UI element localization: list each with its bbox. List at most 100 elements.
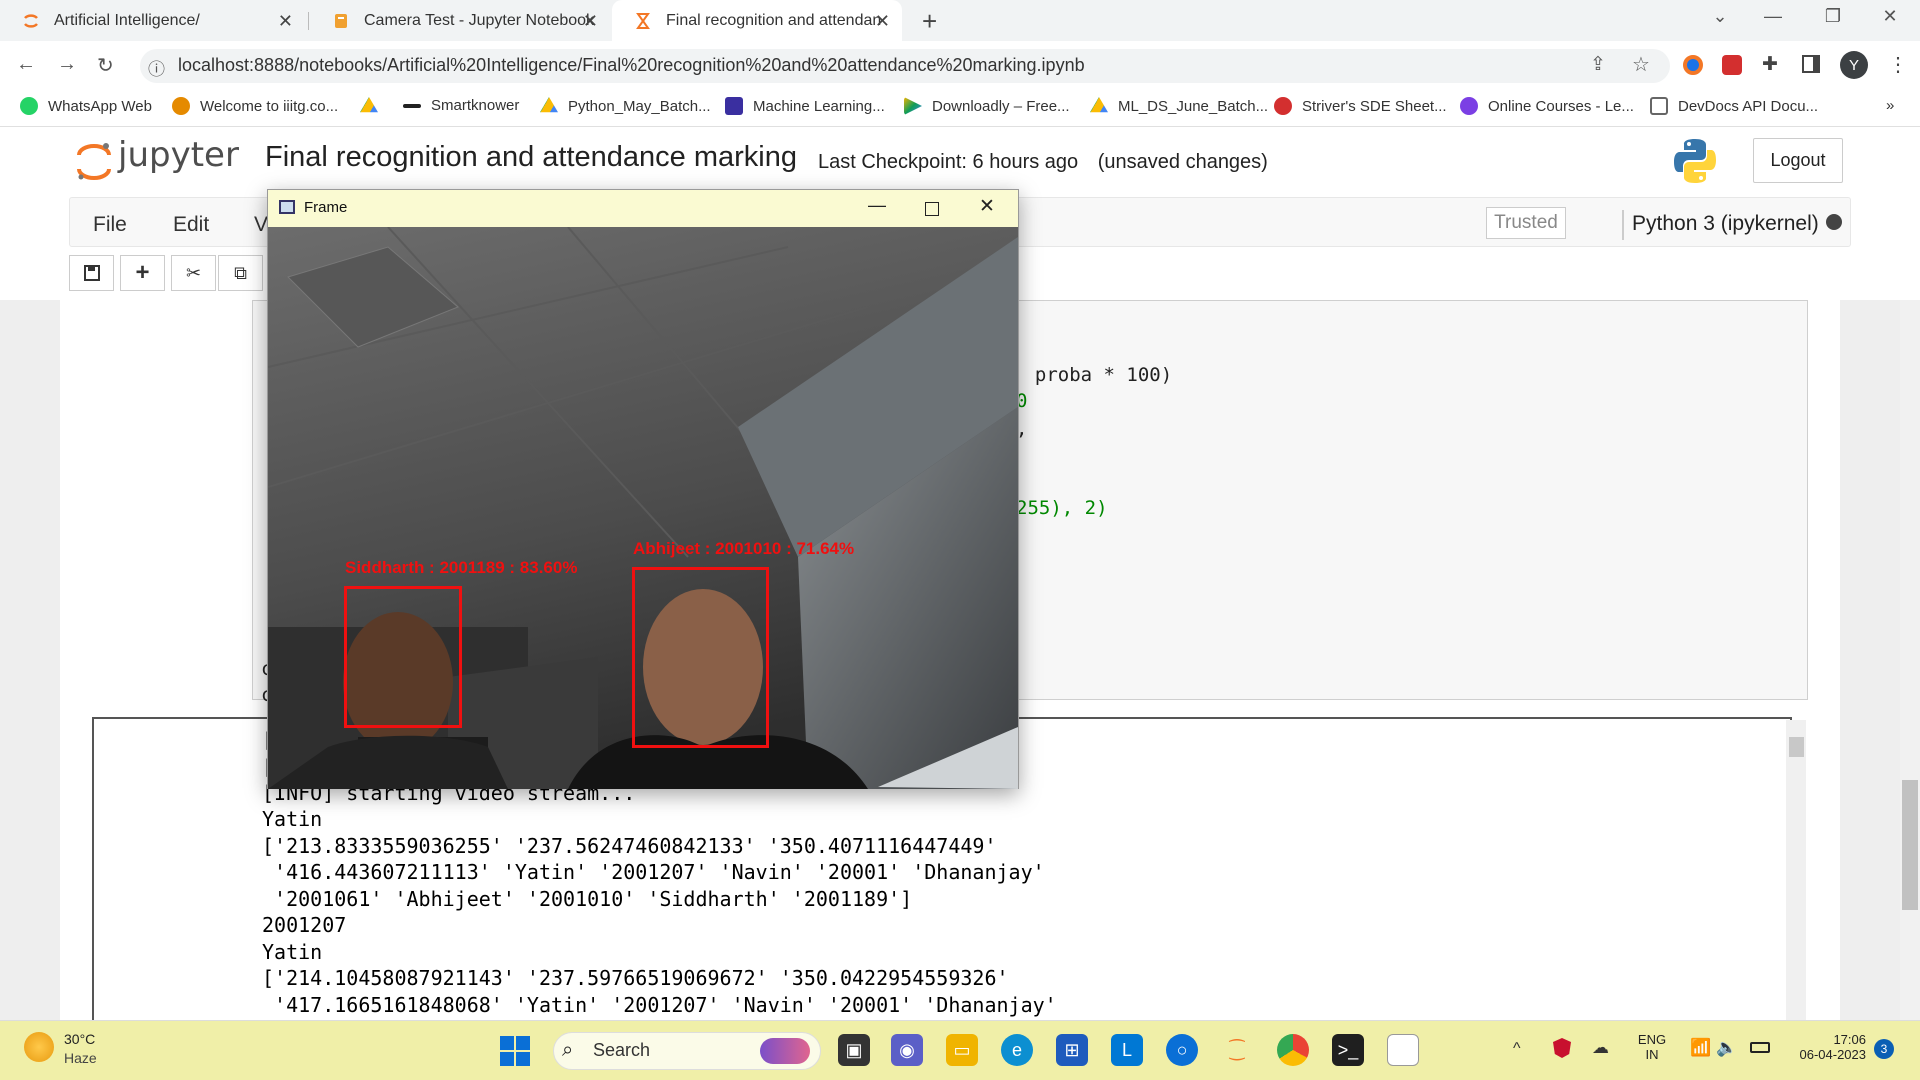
new-tab-button[interactable]: + [922, 6, 937, 37]
back-icon[interactable]: ← [16, 53, 36, 76]
network-vpn-icon[interactable]: ☁ [1592, 1038, 1609, 1058]
site-info-icon[interactable]: ⓘ [148, 55, 165, 80]
last-checkpoint: Last Checkpoint: 6 hours ago [818, 151, 1079, 173]
page-scrollbar[interactable] [1900, 300, 1920, 1020]
app-ring-icon[interactable]: ○ [1166, 1034, 1198, 1066]
kernel-name[interactable]: Python 3 (ipykernel) [1622, 210, 1819, 240]
reload-icon[interactable]: ↻ [97, 53, 114, 78]
extension-icon[interactable] [1722, 55, 1742, 75]
chrome-icon[interactable] [1277, 1034, 1309, 1066]
battery-icon[interactable] [1750, 1042, 1770, 1053]
tab-camera-test[interactable]: Camera Test - Jupyter Notebook ✕ [310, 0, 610, 41]
bookmark-whatsapp[interactable]: WhatsApp Web [20, 97, 152, 115]
url-text[interactable]: localhost:8888/notebooks/Artificial%20In… [178, 55, 1085, 76]
devdocs-icon [1650, 97, 1668, 115]
code-line: , proba * 100) [1012, 364, 1173, 386]
weather-icon[interactable] [24, 1032, 54, 1062]
menu-file[interactable]: File [93, 213, 127, 237]
menu-view[interactable]: V [254, 213, 268, 237]
bookmark-label: Welcome to iiitg.co... [200, 97, 339, 115]
frame-titlebar[interactable] [268, 190, 1018, 227]
bookmark-label: Striver's SDE Sheet... [1302, 97, 1447, 115]
frame-close-icon[interactable]: ✕ [979, 195, 995, 218]
frame-minimize-icon[interactable]: — [868, 195, 886, 216]
minimize-icon[interactable]: — [1753, 6, 1793, 27]
bookmark-machine-learning[interactable]: Machine Learning... [725, 97, 885, 115]
microsoft-store-icon[interactable]: ⊞ [1056, 1034, 1088, 1066]
extension-icon[interactable] [1683, 55, 1703, 75]
frame-window[interactable]: Frame — ✕ Siddharth: 2001189: 83.60% A… [267, 189, 1019, 789]
terminal-icon[interactable]: >_ [1332, 1034, 1364, 1066]
output-scrollbar[interactable] [1786, 720, 1806, 1020]
tab-close-icon[interactable]: ✕ [278, 11, 293, 32]
unsaved-changes: (unsaved changes) [1097, 151, 1268, 173]
save-button[interactable] [69, 255, 114, 291]
copy-icon: ⧉ [234, 262, 247, 283]
bookmark-label: Downloadly – Free... [932, 97, 1070, 115]
whatsapp-icon [20, 97, 38, 115]
copy-cell-button[interactable]: ⧉ [218, 255, 263, 291]
trusted-indicator[interactable]: Trusted [1486, 207, 1566, 239]
edge-browser-icon[interactable]: e [1001, 1034, 1033, 1066]
wifi-icon[interactable]: 📶 [1690, 1038, 1711, 1058]
extensions-puzzle-icon[interactable]: ✚ [1762, 53, 1778, 76]
bookmark-devdocs[interactable]: DevDocs API Docu... [1650, 97, 1818, 115]
logout-button[interactable]: Logout [1753, 138, 1843, 183]
region-code: IN [1645, 1047, 1659, 1062]
bookmark-drive[interactable] [360, 97, 388, 115]
bookmark-ml-ds-june[interactable]: ML_DS_June_Batch... [1090, 97, 1268, 115]
tab-search-icon[interactable]: ⌄ [1700, 6, 1740, 27]
more-bookmarks-icon[interactable]: » [1886, 97, 1894, 114]
udemy-icon [1460, 97, 1478, 115]
profile-avatar[interactable]: Y [1840, 51, 1868, 79]
jupyter-favicon-icon [22, 12, 40, 30]
bookmark-striver[interactable]: Striver's SDE Sheet... [1274, 97, 1447, 115]
tab-close-icon[interactable]: ✕ [875, 11, 890, 32]
jupyter-wordmark[interactable]: jupyter [118, 135, 239, 175]
volume-icon[interactable]: 🔈 [1716, 1038, 1737, 1058]
app-l-icon[interactable]: L [1111, 1034, 1143, 1066]
clock[interactable]: 17:06 06-04-2023 [1790, 1032, 1867, 1062]
frame-maximize-icon[interactable] [925, 202, 939, 216]
output-scrollbar-thumb[interactable] [1789, 737, 1804, 757]
bookmark-label: ML_DS_June_Batch... [1118, 97, 1269, 115]
plus-icon: + [135, 259, 150, 286]
jupyter-taskbar-icon[interactable]: ⁐ [1221, 1034, 1253, 1066]
notepad-icon[interactable] [1387, 1034, 1419, 1066]
file-explorer-icon[interactable]: ▭ [946, 1034, 978, 1066]
task-view-icon[interactable]: ▣ [838, 1034, 870, 1066]
tab-title: Final recognition and attendance [666, 11, 881, 29]
notification-badge[interactable]: 3 [1874, 1039, 1894, 1059]
tab-final-recognition[interactable]: Final recognition and attendance ✕ [612, 0, 902, 41]
restore-icon[interactable]: ❐ [1813, 6, 1853, 27]
tab-artificial-intelligence[interactable]: Artificial Intelligence/ ✕ [0, 0, 305, 41]
window-close-icon[interactable]: ✕ [1870, 6, 1910, 27]
share-icon[interactable]: ⇪ [1590, 53, 1606, 76]
side-panel-icon[interactable] [1802, 55, 1820, 73]
cut-cell-button[interactable]: ✂ [171, 255, 216, 291]
menu-edit[interactable]: Edit [173, 213, 209, 237]
bookmark-star-icon[interactable]: ☆ [1632, 52, 1650, 77]
insert-cell-button[interactable]: + [120, 255, 165, 291]
bookmark-iiitg[interactable]: Welcome to iiitg.co... [172, 97, 338, 115]
smartknower-icon [403, 103, 421, 108]
tab-title: Artificial Intelligence/ [54, 11, 200, 29]
iiitg-icon [172, 97, 190, 115]
bookmark-smartknower[interactable]: Smartknower [403, 97, 519, 114]
notebook-favicon-icon [332, 12, 350, 30]
teams-chat-icon[interactable]: ◉ [891, 1034, 923, 1066]
forward-icon[interactable]: → [57, 53, 77, 76]
tab-close-icon[interactable]: ✕ [583, 11, 598, 32]
weather-temperature[interactable]: 30°C [64, 1031, 95, 1047]
bookmark-python-may[interactable]: Python_May_Batch... [540, 97, 711, 115]
notebook-title[interactable]: Final recognition and attendance marking [265, 141, 797, 174]
language-indicator[interactable]: ENG IN [1636, 1032, 1668, 1062]
windows-start-icon[interactable] [500, 1036, 530, 1071]
bookmark-online-courses[interactable]: Online Courses - Le... [1460, 97, 1634, 115]
browser-menu-icon[interactable]: ⋮ [1888, 52, 1908, 77]
bookmark-downloadly[interactable]: Downloadly – Free... [904, 97, 1070, 115]
hidden-icons-chevron-icon[interactable]: ^ [1513, 1040, 1521, 1058]
page-scrollbar-thumb[interactable] [1902, 780, 1918, 910]
weather-condition[interactable]: Haze [64, 1050, 97, 1066]
google-drive-icon [1090, 97, 1108, 113]
